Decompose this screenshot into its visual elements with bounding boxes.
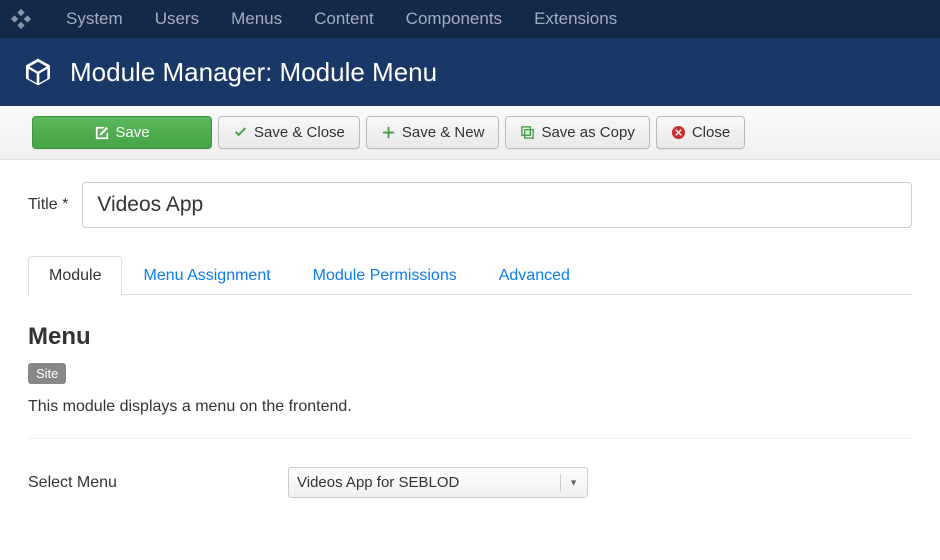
close-label: Close (692, 124, 730, 141)
title-input[interactable] (82, 182, 912, 228)
title-bar: Module Manager: Module Menu (0, 38, 940, 106)
page-title: Module Manager: Module Menu (70, 57, 437, 88)
save-new-label: Save & New (402, 124, 485, 141)
nav-item-extensions[interactable]: Extensions (518, 9, 633, 29)
pencil-square-icon (94, 125, 109, 140)
nav-item-components[interactable]: Components (390, 9, 518, 29)
save-close-label: Save & Close (254, 124, 345, 141)
check-icon (233, 125, 248, 140)
tab-module[interactable]: Module (28, 256, 122, 295)
tab-module-permissions[interactable]: Module Permissions (292, 256, 478, 295)
title-field-row: Title * (28, 182, 912, 228)
copy-icon (520, 125, 535, 140)
close-button[interactable]: Close (656, 116, 745, 149)
save-copy-label: Save as Copy (541, 124, 634, 141)
nav-item-content[interactable]: Content (298, 9, 390, 29)
nav-item-users[interactable]: Users (139, 9, 215, 29)
plus-icon (381, 125, 396, 140)
tabs: Module Menu Assignment Module Permission… (28, 256, 912, 295)
site-badge: Site (28, 363, 66, 384)
save-close-button[interactable]: Save & Close (218, 116, 360, 149)
divider (28, 438, 912, 439)
select-menu-dropdown[interactable]: Videos App for SEBLOD (288, 467, 588, 498)
save-copy-button[interactable]: Save as Copy (505, 116, 649, 149)
close-circle-icon (671, 125, 686, 140)
tab-menu-assignment[interactable]: Menu Assignment (122, 256, 291, 295)
joomla-logo-icon[interactable] (10, 8, 32, 30)
module-description: This module displays a menu on the front… (28, 398, 912, 416)
nav-item-system[interactable]: System (50, 9, 139, 29)
top-nav: System Users Menus Content Components Ex… (0, 0, 940, 38)
title-label: Title * (28, 196, 68, 214)
select-menu-row: Select Menu Videos App for SEBLOD (28, 467, 912, 498)
save-button[interactable]: Save (32, 116, 212, 149)
save-new-button[interactable]: Save & New (366, 116, 500, 149)
tab-advanced[interactable]: Advanced (478, 256, 591, 295)
section-heading: Menu (28, 323, 912, 351)
content-area: Title * Module Menu Assignment Module Pe… (0, 160, 940, 520)
cube-icon (22, 56, 54, 88)
save-button-label: Save (115, 124, 149, 141)
module-section: Menu Site This module displays a menu on… (28, 323, 912, 498)
select-menu-label: Select Menu (28, 474, 288, 492)
nav-item-menus[interactable]: Menus (215, 9, 298, 29)
toolbar: Save Save & Close Save & New Save as Cop… (0, 106, 940, 160)
